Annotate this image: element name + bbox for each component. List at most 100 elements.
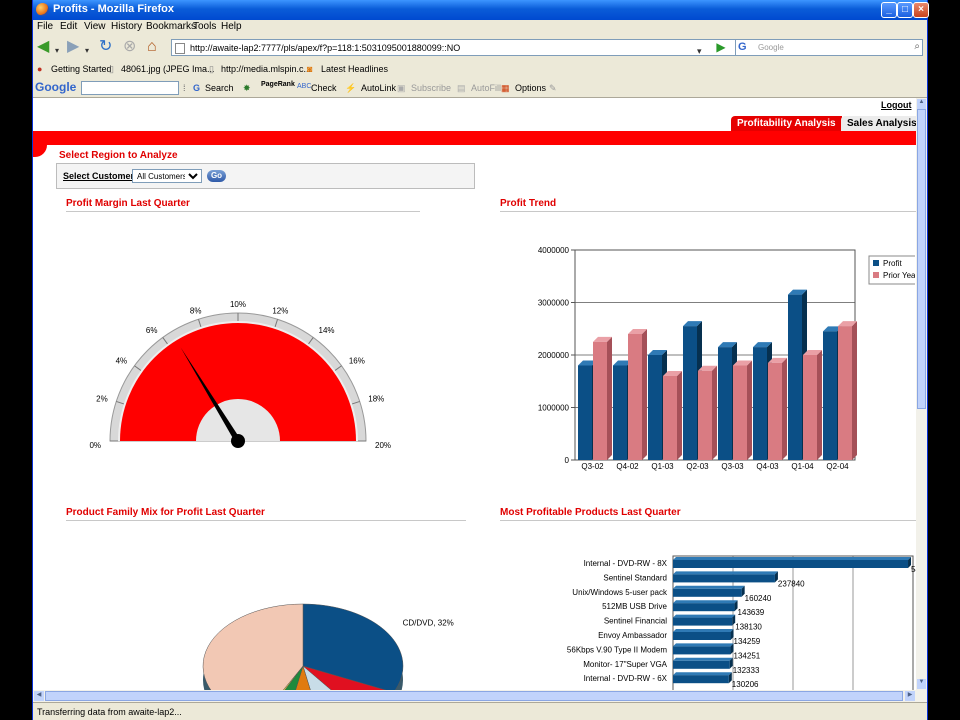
products-category-label: Internal - DVD-RW - 6X <box>584 674 668 683</box>
products-bar <box>673 632 731 640</box>
products-category-label: 56Kbps V.90 Type II Modem <box>567 645 667 654</box>
vertical-scrollbar[interactable]: ▲ ▼ <box>916 98 927 690</box>
bookmarks-toolbar: ● Getting Started ▯ 48061.jpg (JPEG Ima.… <box>33 60 927 78</box>
go-button[interactable]: Go <box>207 170 226 182</box>
bookmark-mlspin[interactable]: http://media.mlspin.c... <box>221 64 311 74</box>
menu-bookmarks[interactable]: Bookmarks <box>146 21 196 32</box>
products-value-label: 160240 <box>745 594 772 603</box>
trend-y-tick-label: 4000000 <box>538 246 570 255</box>
tab-sales-analysis[interactable]: Sales Analysis <box>841 116 916 131</box>
page-icon: ▯ <box>109 64 114 74</box>
google-toolbar-input[interactable] <box>81 81 179 95</box>
search-input[interactable]: G Google ⌕ <box>735 39 923 56</box>
products-category-label: Sentinel Standard <box>603 573 667 582</box>
trend-bar-prior-year <box>768 362 782 460</box>
news-icon: ✸ <box>243 83 251 93</box>
minimize-button[interactable]: _ <box>881 2 897 18</box>
gauge-tick-label: 10% <box>230 300 246 309</box>
customer-select[interactable]: All Customers <box>132 169 202 183</box>
trend-bar-profit <box>718 347 732 460</box>
menu-history[interactable]: History <box>111 21 142 32</box>
products-title: Most Profitable Products Last Quarter <box>500 507 681 518</box>
horizontal-scrollbar[interactable]: ◀ ▶ <box>33 690 927 702</box>
trend-bar-side <box>712 365 717 460</box>
pie-title: Product Family Mix for Profit Last Quart… <box>66 507 265 518</box>
products-bar <box>673 646 731 655</box>
forward-icon[interactable]: ▶ <box>67 39 79 55</box>
tab-profitability-analysis[interactable]: Profitability Analysis <box>731 116 842 131</box>
trend-x-tick-label: Q4-02 <box>616 462 639 471</box>
maximize-button[interactable]: □ <box>897 2 913 18</box>
search-magnifier-icon[interactable]: ⌕ <box>914 41 920 52</box>
products-category-label: 512MB USB Drive <box>602 602 667 611</box>
trend-x-tick-label: Q3-03 <box>721 462 744 471</box>
products-bar-top <box>673 672 732 676</box>
pagerank-label[interactable]: PageRank <box>261 81 295 88</box>
menu-edit[interactable]: Edit <box>60 21 77 32</box>
google-search-button[interactable]: Search <box>205 83 234 93</box>
menu-file[interactable]: File <box>37 21 53 32</box>
trend-title-rule <box>500 211 916 212</box>
go-icon[interactable]: ▶ <box>713 39 729 56</box>
check-button[interactable]: Check <box>311 83 337 93</box>
products-bar-top <box>673 629 734 632</box>
trend-bar-profit <box>683 326 697 460</box>
trend-bar-side <box>677 371 682 460</box>
autolink-icon: ⚡ <box>345 83 357 93</box>
trend-bar-side <box>817 350 822 460</box>
url-input[interactable]: http://awaite-lap2:7777/pls/apex/f?p=118… <box>171 39 741 56</box>
options-button[interactable]: Options <box>515 83 546 93</box>
trend-x-tick-label: Q1-03 <box>651 462 674 471</box>
separator-icon: ⁞ <box>183 83 186 93</box>
horizontal-scroll-thumb[interactable] <box>45 691 903 701</box>
pie-title-rule <box>66 520 466 521</box>
products-value-label: 237840 <box>778 579 805 588</box>
back-icon[interactable]: ◀ <box>37 39 49 55</box>
subscribe-button[interactable]: Subscribe <box>411 83 451 93</box>
autolink-button[interactable]: AutoLink <box>361 83 396 93</box>
menu-tools[interactable]: Tools <box>193 21 216 32</box>
menu-bar: File Edit View History Bookmarks Tools H… <box>33 20 927 34</box>
trend-bar-side <box>852 321 857 460</box>
subscribe-icon: ▣ <box>397 83 406 93</box>
reload-icon[interactable]: ↻ <box>99 39 112 55</box>
products-category-label: Unix/Windows 5-user pack <box>572 588 668 597</box>
url-text: http://awaite-lap2:7777/pls/apex/f?p=118… <box>190 43 461 53</box>
autofill-button[interactable]: AutoFill <box>471 83 501 93</box>
google-logo[interactable]: Google <box>35 80 76 94</box>
bookmark-jpeg[interactable]: 48061.jpg (JPEG Ima... <box>121 64 215 74</box>
rss-icon: ◙ <box>307 64 313 74</box>
products-value-label: 132333 <box>733 666 760 675</box>
products-category-label: Sentinel Financial <box>604 617 667 626</box>
trend-x-tick-label: Q2-03 <box>686 462 709 471</box>
vertical-scroll-thumb[interactable] <box>917 109 926 409</box>
menu-help[interactable]: Help <box>221 21 242 32</box>
trend-x-tick-label: Q3-02 <box>581 462 604 471</box>
url-dropdown-icon[interactable]: ▾ <box>697 43 702 59</box>
home-icon[interactable]: ⌂ <box>147 39 157 55</box>
region-title: Select Region to Analyze <box>59 150 178 161</box>
gauge-needle-hub <box>231 434 245 448</box>
back-history-icon[interactable]: ▾ <box>55 43 59 59</box>
options-icon: ▦ <box>501 83 510 93</box>
menu-view[interactable]: View <box>84 21 106 32</box>
scroll-right-icon[interactable]: ▶ <box>905 691 915 701</box>
scroll-left-icon[interactable]: ◀ <box>34 691 44 701</box>
gauge-tick-label: 2% <box>96 395 108 404</box>
products-value-label: 134251 <box>734 651 761 660</box>
gauge-tick-label: 4% <box>116 356 128 365</box>
scroll-up-icon[interactable]: ▲ <box>917 99 926 109</box>
bookmark-getting-started[interactable]: Getting Started <box>51 64 112 74</box>
scroll-down-icon[interactable]: ▼ <box>917 679 926 689</box>
trend-y-tick-label: 0 <box>565 456 570 465</box>
close-button[interactable]: × <box>913 2 929 18</box>
logout-link[interactable]: Logout <box>881 100 912 110</box>
trend-bar-prior-year <box>663 376 677 460</box>
bookmark-latest-headlines[interactable]: Latest Headlines <box>321 64 388 74</box>
pencil-icon[interactable]: ✎ <box>549 83 557 94</box>
stop-icon[interactable]: ⊗ <box>123 39 136 55</box>
status-text: Transferring data from awaite-lap2... <box>37 707 182 717</box>
trend-x-tick-label: Q4-03 <box>756 462 779 471</box>
forward-history-icon[interactable]: ▾ <box>85 43 89 59</box>
header-band <box>33 131 916 145</box>
